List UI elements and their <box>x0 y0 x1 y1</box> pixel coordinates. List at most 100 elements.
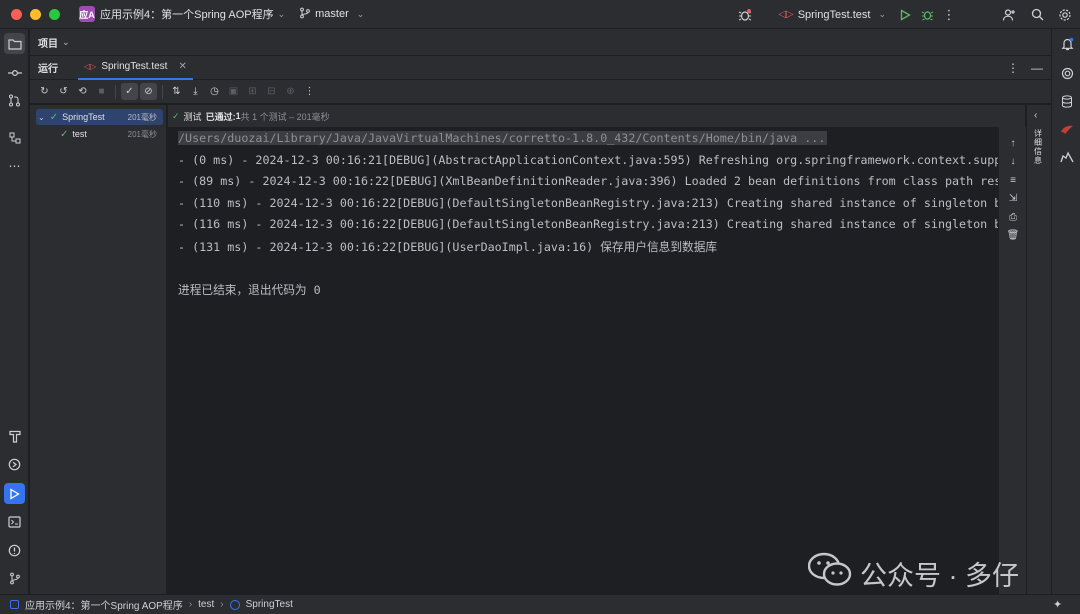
test-passed-icon: ✓ <box>172 110 180 121</box>
close-tab-icon[interactable]: ✕ <box>178 61 186 72</box>
test-results-tree: ⌄ ✓ SpringTest 201毫秒 ✓ test 201毫秒 <box>30 105 167 594</box>
problems-icon[interactable] <box>4 540 25 561</box>
toolbar-separator <box>115 84 116 99</box>
scroll-up-icon[interactable]: ↑ <box>1005 135 1021 151</box>
notifications-bell-icon[interactable] <box>1057 34 1077 54</box>
show-passed-icon[interactable]: ✓ <box>121 83 138 100</box>
run-configuration-selector[interactable]: ◁▷ SpringTest.test ⌄ <box>778 9 886 21</box>
expand-all-icon[interactable]: ⊕ <box>282 83 299 100</box>
console-actions: ↑ ↓ ≡ ⇲ ⎙ 🗑︎ <box>998 127 1026 594</box>
git-icon[interactable] <box>4 568 25 589</box>
git-branch-icon <box>299 7 311 22</box>
database-icon[interactable] <box>1057 91 1077 111</box>
more-options-icon[interactable]: ⋮ <box>301 83 318 100</box>
console-command-line[interactable]: /Users/duozai/Library/Java/JavaVirtualMa… <box>178 131 828 145</box>
branch-name: master <box>315 8 349 20</box>
status-summary: 共 1 个测试 – 201毫秒 <box>240 111 330 122</box>
wechat-icon <box>807 552 852 595</box>
rerun-auto-icon[interactable]: ⟲ <box>74 83 91 100</box>
maximize-window-button[interactable] <box>49 8 60 20</box>
gradle-icon[interactable] <box>1057 147 1077 167</box>
close-window-button[interactable] <box>11 8 22 20</box>
chevron-down-icon[interactable]: ⌄ <box>62 37 70 48</box>
branch-selector[interactable]: master ⌄ <box>299 7 364 22</box>
test-history-icon[interactable]: ◷ <box>206 83 223 100</box>
watermark: 公众号 · 多仔 <box>807 552 1019 595</box>
options-more-icon[interactable]: ⋮ <box>1007 61 1019 75</box>
breadcrumb: 应用示例4：第一个Spring AOP程序 › test › SpringTes… <box>0 594 1080 614</box>
add-user-icon[interactable] <box>998 4 1020 26</box>
clear-all-trash-icon[interactable]: 🗑︎ <box>1005 227 1021 243</box>
class-icon <box>229 599 240 610</box>
project-panel-header[interactable]: 项目 ⌄ <box>30 29 1051 55</box>
run-icon[interactable] <box>894 4 916 26</box>
left-tool-stripe: ⋯ <box>0 29 29 594</box>
status-prefix: 测试 <box>183 111 202 122</box>
minimize-window-button[interactable] <box>30 8 41 20</box>
services-icon[interactable] <box>4 454 25 475</box>
build-hammer-icon[interactable] <box>4 426 25 447</box>
console-exit-line: 进程已结束，退出代码为 0 <box>178 283 321 297</box>
debug-bug-icon[interactable] <box>734 4 756 26</box>
tab-springtest[interactable]: ◁▷ SpringTest.test ✕ <box>78 56 193 80</box>
terminal-icon[interactable] <box>4 511 25 532</box>
scroll-down-icon[interactable]: ↓ <box>1005 153 1021 169</box>
soft-wrap-icon[interactable]: ≡ <box>1005 172 1021 188</box>
export-results-icon[interactable]: ▣ <box>225 83 242 100</box>
breadcrumb-file[interactable]: SpringTest <box>246 599 293 610</box>
tree-item-test[interactable]: ✓ test 201毫秒 <box>36 126 163 142</box>
scroll-to-end-icon[interactable]: ⇲ <box>1005 190 1021 206</box>
breadcrumb-project[interactable]: 应用示例4：第一个Spring AOP程序 <box>25 597 183 612</box>
settings-gear-icon[interactable] <box>1054 4 1076 26</box>
rerun-failed-icon[interactable]: ↺ <box>55 83 72 100</box>
collapse-all-icon[interactable]: ⊟ <box>263 83 280 100</box>
chevron-down-icon[interactable]: ⌄ <box>278 9 286 20</box>
more-tools-icon[interactable]: ⋯ <box>4 155 25 176</box>
project-name[interactable]: 应用示例4：第一个Spring AOP程序 <box>100 6 274 22</box>
hide-panel-icon[interactable]: — <box>1031 61 1043 75</box>
pull-requests-icon[interactable] <box>4 90 25 111</box>
console-line: - (0 ms) - 2024-12-3 00:16:21[DEBUG](Abs… <box>178 153 998 167</box>
project-panel-title: 项目 <box>38 38 58 50</box>
project-folder-icon[interactable] <box>4 33 25 54</box>
chevron-down-icon: ⌄ <box>878 9 886 19</box>
more-actions-icon[interactable]: ⋮ <box>938 4 960 26</box>
rerun-icon[interactable]: ↻ <box>36 83 53 100</box>
details-label[interactable]: 详细信息 <box>1034 129 1044 165</box>
stop-icon[interactable]: ■ <box>93 83 110 100</box>
watermark-text: 公众号 · 多仔 <box>860 561 1019 591</box>
project-badge[interactable]: 应A <box>79 6 95 22</box>
tree-item-duration: 201毫秒 <box>127 112 157 122</box>
test-passed-icon: ✓ <box>49 111 59 123</box>
chevron-down-icon: ⌄ <box>356 8 365 19</box>
breadcrumb-separator-icon: › <box>220 599 224 610</box>
show-ignored-icon[interactable]: ⊘ <box>140 83 157 100</box>
console-output[interactable]: /Users/duozai/Library/Java/JavaVirtualMa… <box>168 127 998 594</box>
maven-icon[interactable] <box>1057 119 1077 139</box>
run-tool-window-icon[interactable] <box>4 483 25 504</box>
ai-status-icon[interactable]: ✦ <box>1053 598 1066 611</box>
debug-icon[interactable] <box>916 4 938 26</box>
junit-icon: ◁▷ <box>84 62 97 71</box>
test-runner-toolbar: ↻ ↺ ⟲ ■ ✓ ⊘ ⇅ ⤓ ◷ ▣ ⊞ ⊟ ⊕ ⋮ <box>30 80 1051 104</box>
details-panel-stripe[interactable]: ‹ 详细信息 <box>1026 105 1051 594</box>
tree-item-springtest[interactable]: ⌄ ✓ SpringTest 201毫秒 <box>36 109 163 125</box>
run-panel-header: 运行 ◁▷ SpringTest.test ✕ ⋮ — <box>30 55 1051 80</box>
tree-item-label: SpringTest <box>62 112 105 122</box>
import-results-icon[interactable]: ⊞ <box>244 83 261 100</box>
sort-by-duration-icon[interactable]: ⤓ <box>187 83 204 100</box>
commit-icon[interactable] <box>4 62 25 83</box>
run-configuration-name: SpringTest.test <box>797 8 871 21</box>
breadcrumb-folder[interactable]: test <box>198 599 214 610</box>
search-icon[interactable] <box>1026 4 1048 26</box>
expand-chevron-icon[interactable]: ⌄ <box>38 113 45 122</box>
sort-alphabetically-icon[interactable]: ⇅ <box>168 83 185 100</box>
print-icon[interactable]: ⎙ <box>1005 209 1021 225</box>
ai-assistant-icon[interactable] <box>1057 63 1077 83</box>
tree-item-label: test <box>72 129 87 139</box>
module-icon <box>10 600 19 609</box>
console-line: - (116 ms) - 2024-12-3 00:16:22[DEBUG](D… <box>178 217 998 231</box>
structure-icon[interactable] <box>4 127 25 148</box>
chevron-left-icon[interactable]: ‹ <box>1034 110 1037 121</box>
status-passed-label: 已通过: <box>205 111 236 122</box>
